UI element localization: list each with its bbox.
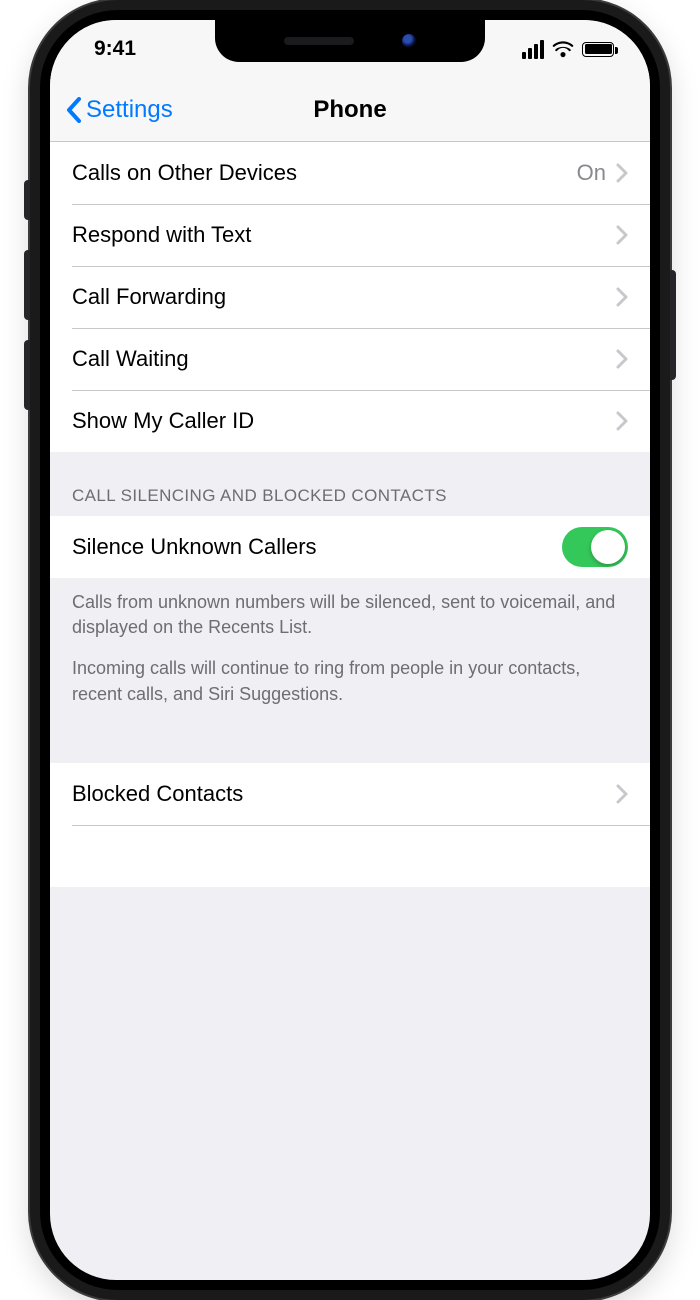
chevron-right-icon (616, 349, 628, 369)
row-label: Call Waiting (72, 346, 189, 372)
back-button[interactable]: Settings (66, 96, 173, 124)
nav-header: Settings Phone (50, 78, 650, 142)
row-call-waiting[interactable]: Call Waiting (50, 328, 650, 390)
chevron-right-icon (616, 225, 628, 245)
chevron-left-icon (66, 97, 82, 123)
speaker-grille (284, 37, 354, 45)
row-label: Show My Caller ID (72, 408, 254, 434)
row-respond-with-text[interactable]: Respond with Text (50, 204, 650, 266)
row-value: On (577, 160, 606, 186)
row-call-forwarding[interactable]: Call Forwarding (50, 266, 650, 328)
cellular-signal-icon (522, 40, 544, 59)
row-show-my-caller-id[interactable]: Show My Caller ID (50, 390, 650, 452)
chevron-right-icon (616, 411, 628, 431)
page-title: Phone (313, 96, 386, 124)
wifi-icon (552, 40, 574, 58)
front-camera (402, 34, 416, 48)
row-silence-unknown-callers[interactable]: Silence Unknown Callers (50, 516, 650, 578)
row-calls-on-other-devices[interactable]: Calls on Other Devices On (50, 142, 650, 204)
back-label: Settings (86, 96, 173, 124)
section-header-call-silencing: CALL SILENCING AND BLOCKED CONTACTS (50, 452, 650, 516)
row-label: Respond with Text (72, 222, 251, 248)
footer-text-1: Calls from unknown numbers will be silen… (72, 590, 628, 640)
blocked-group: Blocked Contacts (50, 763, 650, 887)
calls-group: Calls on Other Devices On Respond with T… (50, 142, 650, 452)
battery-icon (582, 42, 614, 57)
row-next[interactable] (50, 825, 650, 887)
silence-toggle[interactable] (562, 527, 628, 567)
row-label: Blocked Contacts (72, 781, 243, 807)
chevron-right-icon (616, 784, 628, 804)
mute-switch (24, 180, 30, 220)
row-label: Silence Unknown Callers (72, 534, 317, 560)
footer-text-2: Incoming calls will continue to ring fro… (72, 656, 628, 706)
power-button (670, 270, 676, 380)
chevron-right-icon (616, 163, 628, 183)
volume-up (24, 250, 30, 320)
row-label: Calls on Other Devices (72, 160, 297, 186)
row-label: Call Forwarding (72, 284, 226, 310)
status-time: 9:41 (94, 37, 136, 61)
notch (215, 20, 485, 62)
section-footer-call-silencing: Calls from unknown numbers will be silen… (50, 578, 650, 719)
volume-down (24, 340, 30, 410)
chevron-right-icon (616, 287, 628, 307)
phone-frame: 9:41 (30, 0, 670, 1300)
row-blocked-contacts[interactable]: Blocked Contacts (50, 763, 650, 825)
silence-group: Silence Unknown Callers (50, 516, 650, 578)
screen: 9:41 (50, 20, 650, 1280)
